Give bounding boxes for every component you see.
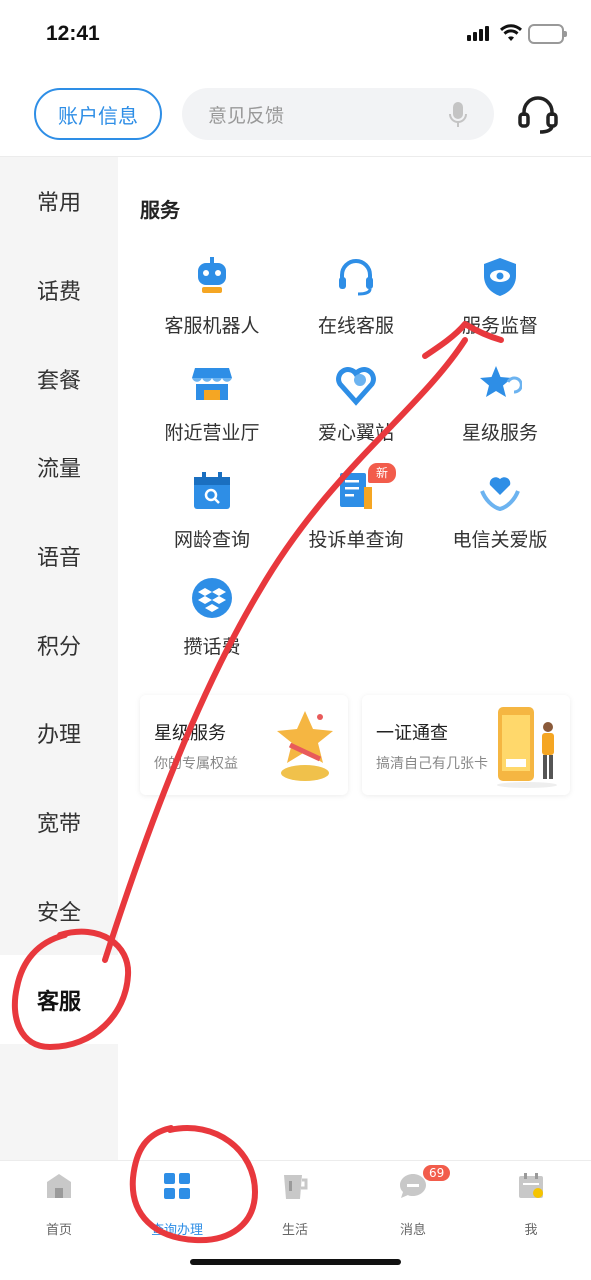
battery-icon xyxy=(528,24,567,44)
service-nearby-store[interactable]: 附近营业厅 xyxy=(140,362,284,462)
service-age-query[interactable]: 网龄查询 xyxy=(140,469,284,569)
card-title: 一证通查 xyxy=(376,723,448,744)
service-love-station[interactable]: 爱心翼站 xyxy=(284,362,428,462)
microphone-icon[interactable] xyxy=(448,101,468,134)
service-save-bill[interactable]: 攒话费 xyxy=(140,576,284,676)
search-input[interactable]: 意见反馈 xyxy=(182,88,494,140)
service-robot[interactable]: 客服机器人 xyxy=(140,255,284,355)
section-title: 服务 xyxy=(140,198,180,222)
service-label: 电信关爱版 xyxy=(452,529,548,551)
service-label: 服务监督 xyxy=(461,315,538,337)
sidebar-item-customer-service[interactable]: 客服 xyxy=(0,955,118,1044)
sidebar-item-security[interactable]: 安全 xyxy=(0,867,118,956)
trophy-illustration xyxy=(270,705,340,789)
id-card-query-card[interactable]: 一证通查 搞清自己有几张卡 xyxy=(362,695,570,795)
service-label: 投诉单查询 xyxy=(308,529,404,551)
tab-query-handle[interactable]: 查询办理 xyxy=(118,1171,236,1241)
dropbox-icon xyxy=(190,576,234,620)
tab-label: 消息 xyxy=(399,1223,426,1238)
cellular-signal-icon xyxy=(467,26,489,41)
card-title: 星级服务 xyxy=(154,723,226,744)
sidebar-item-plan[interactable]: 套餐 xyxy=(0,334,118,423)
calendar-search-icon xyxy=(190,469,234,513)
service-label: 网龄查询 xyxy=(173,529,250,551)
card-subtitle: 搞清自己有几张卡 xyxy=(376,756,488,772)
headset-icon xyxy=(334,255,378,299)
service-complaint-query[interactable]: 新 投诉单查询 xyxy=(284,463,428,569)
calendar-sign-icon xyxy=(516,1171,546,1205)
service-label: 客服机器人 xyxy=(164,315,260,337)
search-placeholder: 意见反馈 xyxy=(208,104,285,127)
service-supervision[interactable]: 服务监督 xyxy=(428,255,572,355)
wifi-icon xyxy=(499,23,523,47)
customer-service-headset-icon[interactable] xyxy=(516,92,560,140)
top-bar: 账户信息 意见反馈 xyxy=(0,80,591,146)
tab-messages[interactable]: 69 消息 xyxy=(354,1165,472,1241)
heart-pin-icon xyxy=(334,362,378,406)
card-subtitle: 你的专属权益 xyxy=(154,756,238,772)
sidebar-item-points[interactable]: 积分 xyxy=(0,600,118,689)
sidebar-item-phone-bill[interactable]: 话费 xyxy=(0,246,118,335)
shield-eye-icon xyxy=(478,255,522,299)
category-sidebar: 常用 话费 套餐 流量 语音 积分 办理 宽带 安全 客服 xyxy=(0,157,118,1160)
service-care-edition[interactable]: 电信关爱版 xyxy=(428,469,572,569)
tab-home[interactable]: 首页 xyxy=(0,1171,118,1241)
status-bar: 12:41 xyxy=(0,0,591,70)
service-star[interactable]: 星级服务 xyxy=(428,362,572,462)
tab-label: 生活 xyxy=(281,1223,308,1238)
sidebar-item-common[interactable]: 常用 xyxy=(0,157,118,246)
store-icon xyxy=(190,362,234,406)
grid-icon xyxy=(162,1171,192,1205)
tab-me[interactable]: 我 xyxy=(472,1171,590,1241)
service-online-cs[interactable]: 在线客服 xyxy=(284,255,428,355)
service-label: 攒话费 xyxy=(183,636,241,658)
service-label: 爱心翼站 xyxy=(317,422,394,444)
tab-label: 我 xyxy=(524,1223,538,1238)
cup-icon xyxy=(280,1171,310,1205)
sidebar-item-broadband[interactable]: 宽带 xyxy=(0,778,118,867)
unread-count-badge: 69 xyxy=(423,1165,451,1181)
main-content: 服务 客服机器人 在线客服 服务监督 附近营业厅 爱心翼站 星级服务 网龄查询 … xyxy=(118,157,591,1160)
star-service-card[interactable]: 星级服务 你的专属权益 xyxy=(140,695,348,795)
service-label: 星级服务 xyxy=(461,422,538,444)
home-icon xyxy=(44,1171,74,1205)
star-icon xyxy=(478,362,523,406)
sidebar-item-voice[interactable]: 语音 xyxy=(0,512,118,601)
tab-life[interactable]: 生活 xyxy=(236,1171,354,1241)
robot-icon xyxy=(190,255,234,299)
service-label: 附近营业厅 xyxy=(164,422,260,444)
phone-person-illustration xyxy=(492,705,562,793)
tab-label: 查询办理 xyxy=(150,1223,203,1238)
account-info-button[interactable]: 账户信息 xyxy=(34,88,162,140)
status-time: 12:41 xyxy=(46,22,100,45)
new-badge: 新 xyxy=(368,463,397,483)
sidebar-item-data[interactable]: 流量 xyxy=(0,423,118,512)
tab-label: 首页 xyxy=(45,1223,72,1238)
service-label: 在线客服 xyxy=(317,315,394,337)
sidebar-item-handle[interactable]: 办理 xyxy=(0,689,118,778)
heart-hands-icon xyxy=(478,469,522,513)
home-indicator xyxy=(190,1259,401,1265)
